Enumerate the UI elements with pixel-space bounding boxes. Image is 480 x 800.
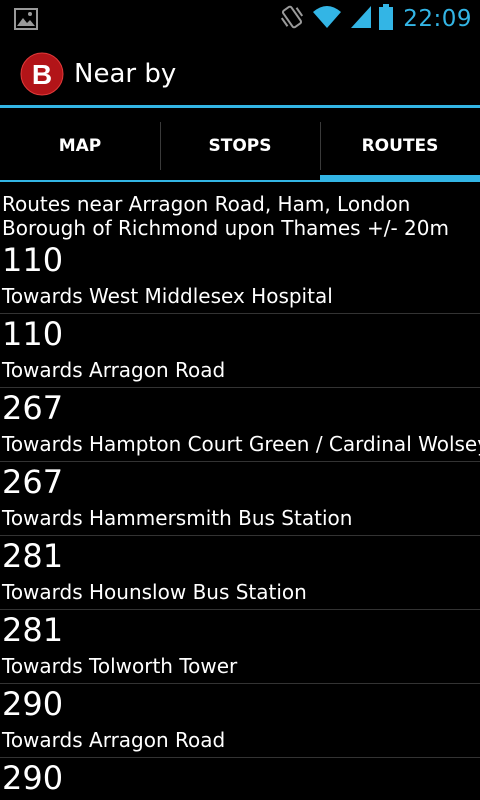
route-destination: Towards Hampton Court Green / Cardinal W… — [2, 432, 480, 456]
tab-map-label: MAP — [58, 136, 102, 156]
route-number: 290 — [2, 759, 64, 797]
route-number: 110 — [2, 241, 64, 279]
route-destination: Towards Hammersmith Bus Station — [2, 506, 353, 530]
image-notification-icon — [14, 8, 38, 30]
page-title: Near by — [74, 59, 177, 89]
route-list-item[interactable]: 290 Towards Arragon Road — [0, 684, 480, 758]
app-logo-icon[interactable]: B — [20, 52, 64, 96]
route-destination: Towards Arragon Road — [2, 728, 226, 752]
tab-routes[interactable]: ROUTES — [320, 110, 480, 182]
route-list-item[interactable]: 110 Towards Arragon Road — [0, 314, 480, 388]
route-destination: Towards Hounslow Bus Station — [2, 580, 307, 604]
battery-icon — [379, 4, 394, 34]
action-bar: B Near by — [0, 38, 480, 108]
route-list-item[interactable]: 267 Towards Hampton Court Green / Cardin… — [0, 388, 480, 462]
tab-stops-label: STOPS — [208, 136, 272, 156]
route-number: 110 — [2, 315, 64, 353]
tab-stops[interactable]: STOPS — [160, 110, 320, 182]
route-number: 290 — [2, 685, 64, 723]
status-icons: 22:09 — [273, 4, 472, 34]
tab-routes-label: ROUTES — [361, 136, 439, 156]
status-clock: 22:09 — [403, 6, 472, 32]
tab-bar: MAP STOPS ROUTES — [0, 110, 480, 182]
routes-list-container[interactable]: Routes near Arragon Road, Ham, London Bo… — [0, 182, 480, 800]
route-list-item[interactable]: 110 Towards West Middlesex Hospital — [0, 240, 480, 314]
routes-location-heading: Routes near Arragon Road, Ham, London Bo… — [2, 192, 449, 240]
route-list-item[interactable]: 290 — [0, 758, 480, 800]
route-list-item[interactable]: 281 Towards Hounslow Bus Station — [0, 536, 480, 610]
signal-icon — [349, 4, 373, 34]
route-destination: Towards West Middlesex Hospital — [2, 284, 333, 308]
route-destination: Towards Tolworth Tower — [2, 654, 238, 678]
wifi-icon — [311, 4, 343, 34]
route-number: 281 — [2, 537, 64, 575]
tab-map[interactable]: MAP — [0, 110, 160, 182]
route-number: 267 — [2, 389, 64, 427]
route-number: 281 — [2, 611, 64, 649]
route-list-item[interactable]: 267 Towards Hammersmith Bus Station — [0, 462, 480, 536]
vibrate-icon — [279, 3, 305, 35]
route-list-item[interactable]: 281 Towards Tolworth Tower — [0, 610, 480, 684]
screen: 22:09 B Near by MAP STOPS ROUTES Routes … — [0, 0, 480, 800]
route-number: 267 — [2, 463, 64, 501]
status-bar: 22:09 — [0, 0, 480, 38]
app-logo-letter: B — [32, 59, 52, 90]
tab-active-indicator — [320, 175, 480, 182]
route-destination: Towards Arragon Road — [2, 358, 226, 382]
